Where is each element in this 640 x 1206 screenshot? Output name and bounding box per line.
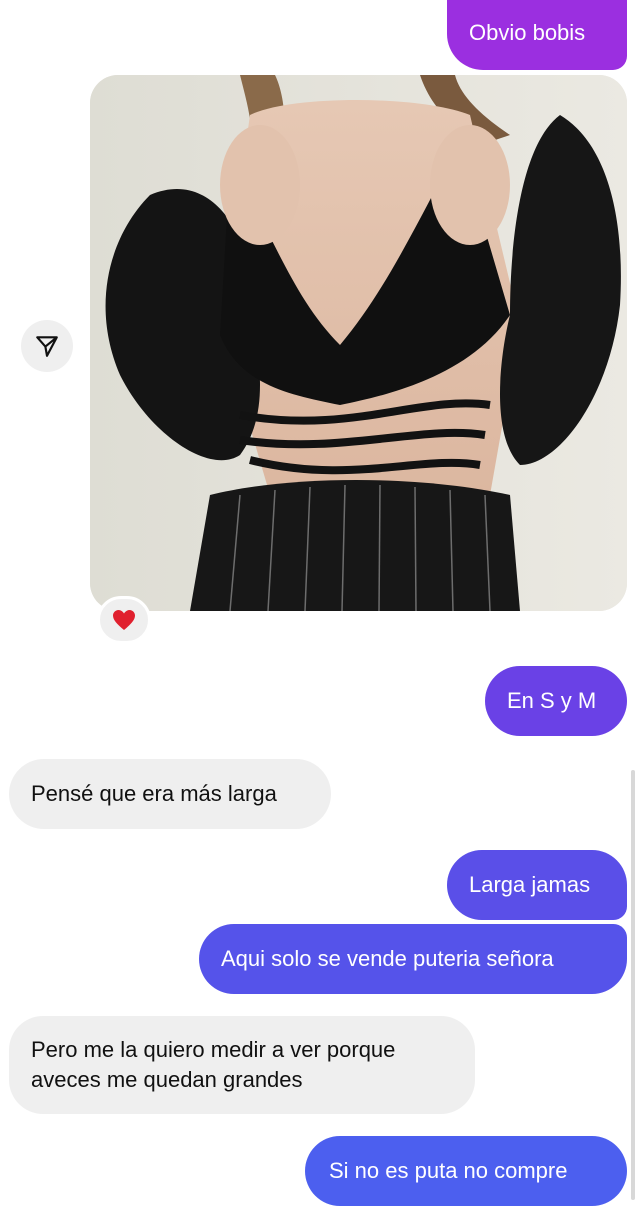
sent-message-sizes[interactable]: En S y M [485,666,627,736]
message-text: Larga jamas [469,872,591,897]
sent-message-compre[interactable]: Si no es puta no compre [305,1136,627,1206]
message-text-line-1: Pero me la quiero medir a ver porque [31,1037,396,1062]
share-button[interactable] [21,320,73,372]
received-message-medir[interactable]: Pero me la quiero medir a ver porque ave… [9,1016,475,1114]
message-text-line-2: aveces me quedan grandes [31,1067,303,1092]
message-text: Obvio bobis [469,20,586,45]
received-message-larga[interactable]: Pensé que era más larga [9,759,331,829]
send-share-icon [36,336,58,357]
sent-photo-message[interactable] [90,75,627,611]
sent-message-obvio-bobis[interactable]: Obvio bobis [447,0,627,70]
sent-message-puteria[interactable]: Aqui solo se vende puteria señora [199,924,627,994]
reaction-badge[interactable] [97,596,151,644]
message-text: Pensé que era más larga [31,781,277,806]
message-text: En S y M [507,688,597,713]
message-text: Aqui solo se vende puteria señora [221,946,554,971]
sent-message-larga-jamas[interactable]: Larga jamas [447,850,627,920]
chat-thread[interactable]: Obvio bobis En S y M Pensé que era más l… [0,0,640,1206]
photo-image [90,75,627,611]
message-text: Si no es puta no compre [329,1158,568,1183]
scrollbar[interactable] [631,770,635,1200]
heart-reaction-icon [113,610,135,630]
